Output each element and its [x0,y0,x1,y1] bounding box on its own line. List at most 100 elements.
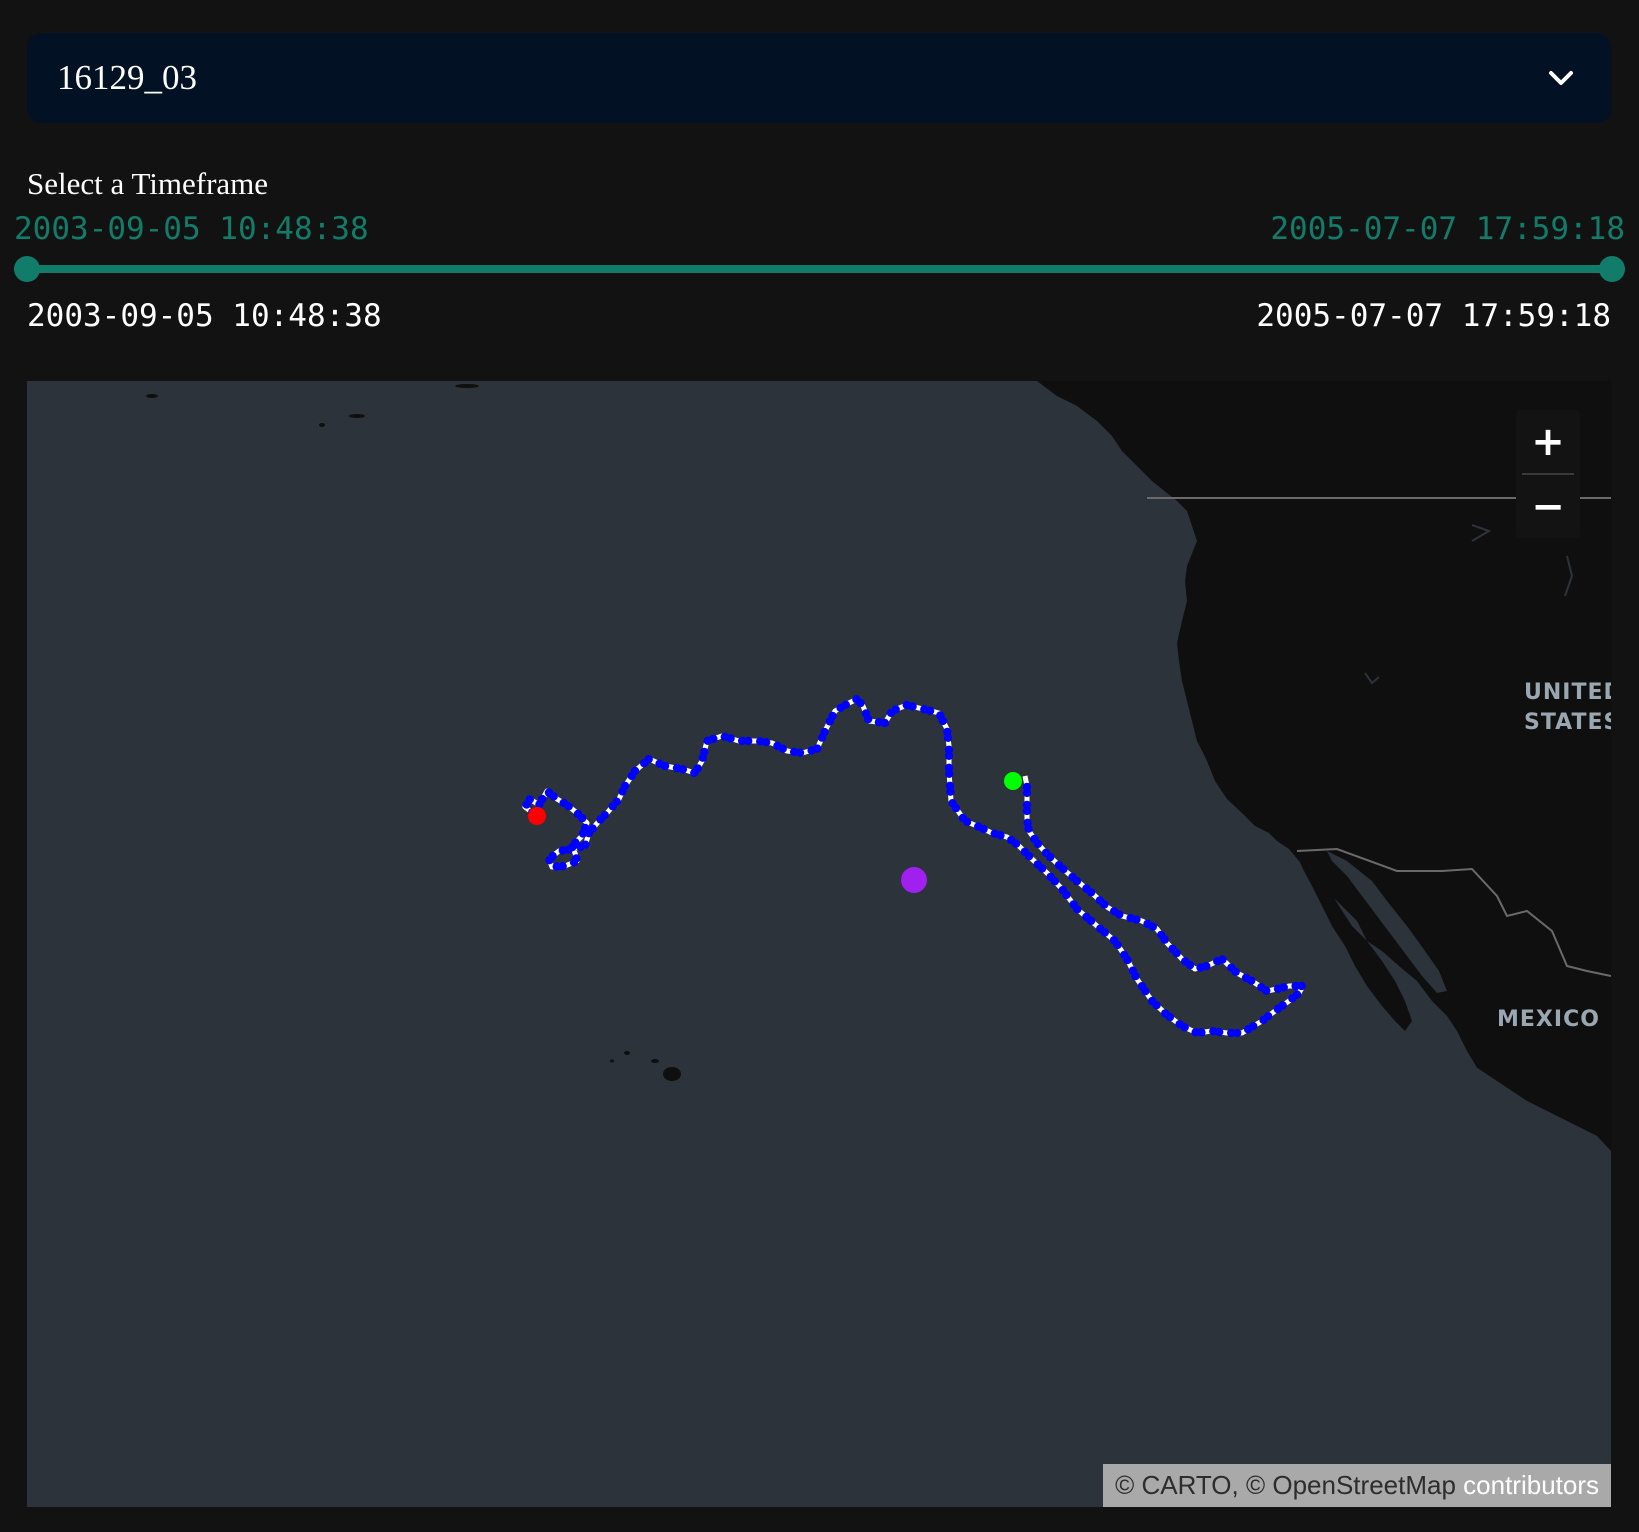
track-dot [908,702,917,711]
animal-id-dropdown[interactable]: 16129_03 [27,33,1611,123]
track-dot [1143,919,1152,929]
track-layer [522,695,1306,1038]
track-dot [1109,907,1119,916]
range-start-value: 2003-09-05 10:48:38 [27,298,382,334]
zoom-control: + − [1516,410,1580,538]
track-dot [996,831,1005,840]
track-dot [700,747,709,757]
track-dot [925,706,935,715]
track-dot [938,716,948,726]
track-dot [1086,916,1096,926]
label-united-states: UNITEDSTATES [1524,680,1611,735]
track-dot [1050,877,1059,886]
track-dot [762,738,771,747]
track-dot [744,736,753,746]
track-dot [962,817,972,827]
track-dot [620,781,630,791]
track-dot [1257,983,1266,992]
track-dot [1165,1012,1175,1022]
slider-max-label: 2005-07-07 17:59:18 [1270,211,1625,247]
track-dot [943,733,953,742]
track-dot [951,803,961,813]
track-dot [1180,1023,1189,1032]
track-dot [1157,930,1166,940]
attribution-contributors: contributors [1463,1470,1599,1500]
track-dot [1141,987,1150,996]
track-dot [525,795,534,804]
track-dot [726,734,735,743]
track-dot [864,714,873,724]
track-dot [581,840,590,849]
slider-start-handle[interactable] [14,256,40,282]
slider-min-label: 2003-09-05 10:48:38 [14,211,369,247]
track-dot [1215,1027,1224,1037]
zoom-in-button[interactable]: + [1516,410,1580,473]
track-dot [1073,905,1082,914]
track-dot [1181,957,1190,966]
track-dot [552,862,561,871]
track-dot [1041,848,1051,857]
track-dot [1278,1001,1287,1010]
track-dot [1095,896,1105,905]
track-dot [1152,1001,1161,1010]
track-dot [578,814,587,823]
track-dot [891,705,900,714]
timeframe-slider-track[interactable] [27,265,1612,273]
track-dot [1168,944,1177,953]
track-dot [1068,872,1077,882]
track-dot [1113,940,1122,950]
track-dot [820,727,829,737]
track-dot [538,794,547,804]
track-dot [1030,834,1039,844]
track-dot [612,797,621,806]
track-dot [795,748,805,757]
track-dot [813,744,822,753]
attribution-carto-osm[interactable]: © CARTO, © OpenStreetMap [1115,1470,1456,1500]
track-dot [564,845,573,854]
track-dot [1292,990,1302,999]
track-dot [660,761,670,771]
map-view[interactable]: + − UNITEDSTATES MEXICO © CARTO, © OpenS… [27,381,1611,1507]
track-dot [1054,861,1064,870]
track-dot [600,811,609,820]
zoom-out-button[interactable]: − [1516,475,1580,538]
track-dot [1291,981,1300,991]
start-marker [528,807,546,825]
label-mexico: MEXICO [1497,1007,1600,1032]
track-dot [1273,984,1283,993]
track-dot [1023,818,1032,827]
dropdown-selected-value: 16129_03 [57,58,197,97]
track-dot [1062,890,1071,900]
track-dot [945,769,954,778]
track-dot [841,700,850,709]
track-dot [1024,851,1034,861]
track-dot [678,765,688,774]
track-dot [1011,839,1021,848]
track-dot [564,802,573,811]
map-attribution: © CARTO, © OpenStreetMap contributors [1103,1464,1611,1507]
slider-end-handle[interactable] [1599,256,1625,282]
track-dot [569,858,579,867]
track-dot [1249,1022,1258,1031]
track-dot [1022,800,1032,810]
track-dot [1123,955,1132,965]
timeframe-label: Select a Timeframe [27,166,269,201]
track-dot [1100,928,1110,937]
track-dot [1037,864,1047,873]
track-dots [522,695,1306,1038]
center-marker [901,867,927,893]
track-dot [979,824,988,834]
track-dot [1264,1012,1273,1021]
track-dot [548,851,557,861]
track-dot [709,734,718,744]
end-marker [1004,772,1022,790]
track-dot [1022,782,1032,792]
track-dot [630,766,640,776]
track-dot [1126,913,1135,923]
track-dot [946,787,955,796]
track-dot [1196,963,1205,972]
track-dot [549,792,558,801]
track-dot [944,751,954,760]
track-dot [828,711,837,721]
track-line [522,696,1306,1036]
